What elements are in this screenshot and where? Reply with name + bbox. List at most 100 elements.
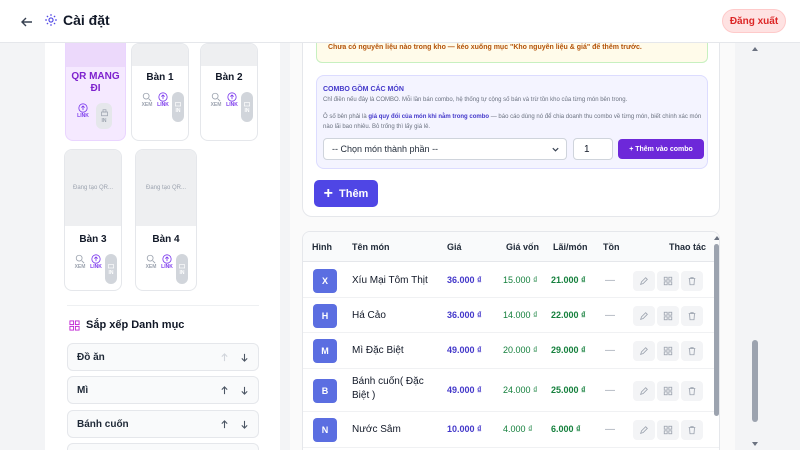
trash-icon xyxy=(688,387,696,396)
link-button[interactable]: LINK xyxy=(225,92,239,108)
logout-button[interactable]: Đăng xuất xyxy=(722,9,786,33)
view-button[interactable]: XEM xyxy=(140,92,154,108)
scroll-down-icon[interactable] xyxy=(751,440,759,448)
back-arrow-icon[interactable] xyxy=(18,13,36,31)
view-button[interactable]: XEM xyxy=(144,254,158,270)
scroll-up-icon[interactable] xyxy=(713,234,720,242)
col-stock: Tồn xyxy=(603,242,620,252)
left-panel: QR MANG ĐI LINK IN Bàn 1 XEM LINK IN Bàn… xyxy=(45,43,280,450)
edit-button[interactable] xyxy=(633,420,655,440)
table-tile[interactable]: Đang tạo QR... Bàn 3 XEM LINK IN xyxy=(64,149,122,291)
menu-item-form: Chưa có nguyên liệu nào trong kho — kéo … xyxy=(302,43,720,217)
table-tile[interactable]: Bàn 1 XEM LINK IN xyxy=(131,43,189,141)
item-price: 36.000 ₫ xyxy=(447,275,482,285)
item-profit: 6.000 ₫ xyxy=(551,424,581,434)
search-icon xyxy=(75,254,85,264)
table-scrollbar[interactable] xyxy=(713,232,720,450)
item-price: 49.000 ₫ xyxy=(447,345,482,355)
arrow-down-icon[interactable] xyxy=(238,384,250,396)
print-button[interactable]: IN xyxy=(105,254,117,284)
menu-table: Hình Tên món Giá Giá vốn Lãi/món Tồn Tha… xyxy=(302,231,720,450)
item-profit: 25.000 ₫ xyxy=(551,385,586,395)
combo-section: COMBO GỒM CÁC MÓN Chỉ điền nếu đây là CO… xyxy=(316,75,708,169)
printer-icon xyxy=(108,264,114,269)
combo-note: Ô số bên phải là giá quy đổi của món khi… xyxy=(323,114,702,130)
edit-button[interactable] xyxy=(633,381,655,401)
scrollbar-thumb[interactable] xyxy=(752,340,758,422)
delete-button[interactable] xyxy=(681,341,703,361)
search-icon xyxy=(211,92,221,102)
qr-button[interactable] xyxy=(657,420,679,440)
plus-icon: + xyxy=(323,184,333,202)
item-initial-badge: B xyxy=(313,379,337,403)
table-tile[interactable]: Đang tạo QR... Bàn 4 XEM LINK IN xyxy=(135,149,197,291)
top-header: Cài đặt Đăng xuất xyxy=(0,0,800,43)
arrow-down-icon[interactable] xyxy=(238,351,250,363)
qr-takeaway-tile[interactable]: QR MANG ĐI LINK IN xyxy=(65,43,126,141)
quantity-input[interactable]: 1 xyxy=(573,138,613,160)
view-button[interactable]: XEM xyxy=(209,92,223,108)
item-stock: — xyxy=(605,310,615,321)
print-button[interactable]: IN xyxy=(176,254,188,284)
print-button[interactable]: IN xyxy=(241,92,253,122)
upload-icon xyxy=(158,92,168,102)
edit-button[interactable] xyxy=(633,341,655,361)
table-name: Bàn 1 xyxy=(146,72,174,83)
arrow-up-icon[interactable] xyxy=(218,418,230,430)
row-actions xyxy=(633,381,703,401)
qr-button[interactable] xyxy=(657,306,679,326)
arrow-down-icon[interactable] xyxy=(238,418,250,430)
table-name: Bàn 4 xyxy=(152,234,180,245)
category-row: Mì xyxy=(67,376,259,404)
row-actions xyxy=(633,420,703,440)
page-title: Cài đặt xyxy=(63,12,110,28)
item-name: Nước Sâm xyxy=(352,424,401,435)
print-button[interactable]: IN xyxy=(172,92,184,122)
add-button[interactable]: + Thêm xyxy=(314,180,378,207)
link-button[interactable]: LINK xyxy=(156,92,170,108)
item-initial-badge: M xyxy=(313,339,337,363)
item-cost: 24.000 ₫ xyxy=(503,385,538,395)
col-image: Hình xyxy=(312,242,332,252)
edit-button[interactable] xyxy=(633,271,655,291)
component-select[interactable]: -- Chọn món thành phần -- xyxy=(323,138,567,160)
link-button[interactable]: LINK xyxy=(160,254,174,270)
link-button[interactable]: LINK xyxy=(76,103,90,129)
trash-icon xyxy=(688,347,696,356)
arrow-up-icon[interactable] xyxy=(218,351,230,363)
grid-icon xyxy=(663,311,673,321)
link-button[interactable]: LINK xyxy=(89,254,103,270)
table-row: N Nước Sâm 10.000 ₫ 4.000 ₫ 6.000 ₫ — xyxy=(303,412,719,448)
col-actions: Thao tác xyxy=(669,242,707,252)
item-profit: 29.000 ₫ xyxy=(551,345,586,355)
delete-button[interactable] xyxy=(681,381,703,401)
edit-button[interactable] xyxy=(633,306,655,326)
page-scrollbar[interactable] xyxy=(748,43,762,450)
divider xyxy=(67,305,259,306)
item-price: 36.000 ₫ xyxy=(447,310,482,320)
table-tile[interactable]: Bàn 2 XEM LINK IN xyxy=(200,43,258,141)
upload-icon xyxy=(162,254,172,264)
scroll-up-icon[interactable] xyxy=(751,45,759,53)
item-name: Bánh cuốn( Đặc Biệt ) xyxy=(352,376,424,401)
grid-icon xyxy=(663,346,673,356)
print-button[interactable]: IN xyxy=(96,103,112,129)
upload-icon xyxy=(227,92,237,102)
item-profit: 22.000 ₫ xyxy=(551,310,586,320)
scrollbar-thumb[interactable] xyxy=(714,244,719,416)
delete-button[interactable] xyxy=(681,271,703,291)
item-price: 10.000 ₫ xyxy=(447,424,482,434)
trash-icon xyxy=(688,426,696,435)
arrow-up-icon[interactable] xyxy=(218,384,230,396)
add-to-combo-button[interactable]: + Thêm vào combo xyxy=(618,139,704,159)
qr-button[interactable] xyxy=(657,271,679,291)
delete-button[interactable] xyxy=(681,420,703,440)
item-cost: 20.000 ₫ xyxy=(503,345,538,355)
qr-button[interactable] xyxy=(657,381,679,401)
qr-button[interactable] xyxy=(657,341,679,361)
view-button[interactable]: XEM xyxy=(73,254,87,270)
item-profit: 21.000 ₫ xyxy=(551,275,586,285)
row-actions xyxy=(633,271,703,291)
delete-button[interactable] xyxy=(681,306,703,326)
qr-thumbnail xyxy=(132,44,188,66)
